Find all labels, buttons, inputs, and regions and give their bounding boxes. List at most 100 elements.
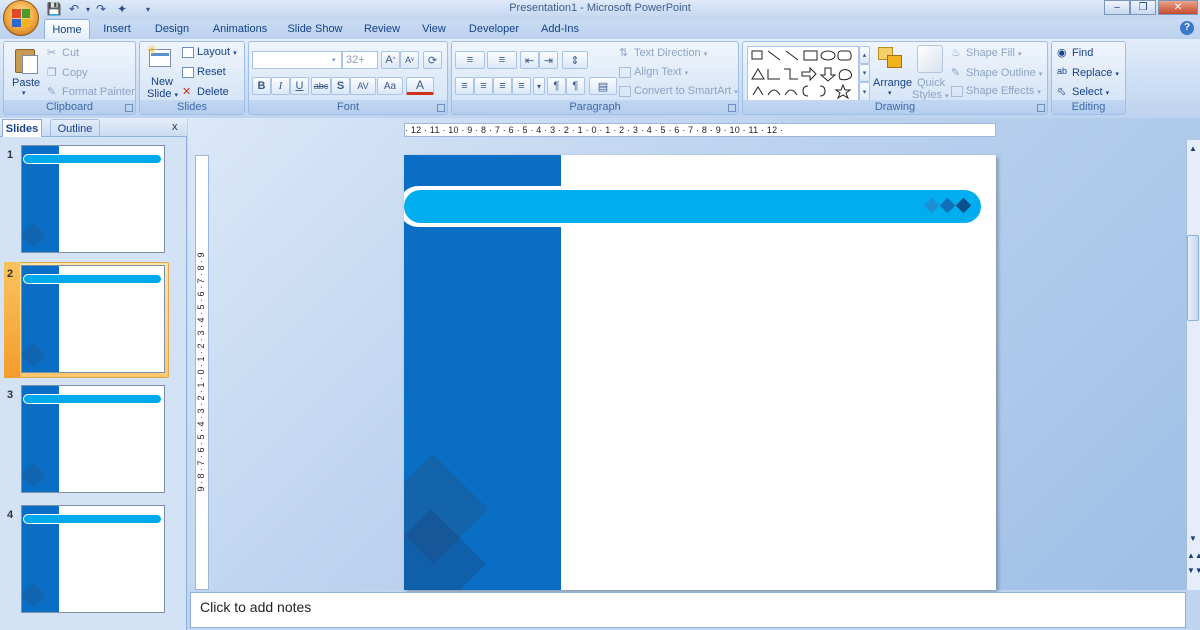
help-icon[interactable]: ? [1180,21,1194,35]
paste-button[interactable]: Paste [12,77,40,89]
tab-add-ins[interactable]: Add-Ins [535,19,585,39]
replace-button[interactable]: ab Replace ▾ [1057,66,1119,80]
close-pane-icon[interactable]: x [172,121,178,133]
justify-dropdown-icon[interactable]: ▾ [533,77,545,95]
clear-formatting-icon[interactable]: ⟳ [423,51,442,69]
paragraph-launcher-icon[interactable] [728,104,736,112]
shrink-font-icon[interactable]: Av [400,51,419,69]
shapes-scroll-up-icon[interactable]: ▴ [859,46,870,64]
shape-effects-button[interactable]: Shape Effects ▾ [951,85,1041,97]
bullets-icon[interactable]: ≡ [455,51,485,69]
slide-thumbnail-3[interactable] [21,385,165,493]
text-direction-button[interactable]: ⇅ Text Direction ▾ [619,46,707,60]
reset-button[interactable]: Reset [182,66,226,78]
slide-thumbnail-1[interactable] [21,145,165,253]
quick-styles-icon[interactable] [917,45,943,73]
select-button[interactable]: ⬁ Select ▾ [1057,85,1109,99]
delete-button[interactable]: ✕ Delete [182,85,229,99]
new-slide-button[interactable]: Slide ▾ [147,88,178,100]
left-to-right-icon[interactable]: ¶ [547,77,566,95]
bold-icon[interactable]: B [252,77,271,95]
decrease-indent-icon[interactable]: ⇤ [520,51,539,69]
underline-icon[interactable]: U [290,77,309,95]
grow-font-icon[interactable]: A ^ [381,51,400,69]
slide-thumbnail-4[interactable] [21,505,165,613]
maximize-button[interactable]: ❐ [1130,0,1156,15]
font-launcher-icon[interactable] [437,104,445,112]
binoculars-icon: ◉ [1057,47,1067,59]
shapes-gallery[interactable] [747,46,859,102]
shape-outline-button[interactable]: ✎ Shape Outline ▾ [951,66,1042,80]
tab-insert[interactable]: Insert [96,19,138,39]
tab-home[interactable]: Home [44,19,90,39]
align-text-button[interactable]: Align Text ▾ [619,66,688,78]
paste-icon[interactable] [12,45,40,75]
align-center-icon[interactable]: ≡ [474,77,493,95]
font-name-dropdown-icon[interactable]: ▾ [332,56,336,64]
tab-animations[interactable]: Animations [205,19,275,39]
notes-placeholder[interactable]: Click to add notes [200,599,311,615]
character-spacing-icon[interactable]: AV [350,77,376,95]
scroll-up-icon[interactable]: ▲ [1187,143,1199,155]
cut-button[interactable]: ✂ Cut [47,46,79,60]
tab-slides[interactable]: Slides [2,119,42,137]
line-spacing-icon[interactable]: ⇕ [562,51,588,69]
scroll-down-icon[interactable]: ▼ [1187,533,1199,545]
align-right-icon[interactable]: ≡ [493,77,512,95]
tab-outline[interactable]: Outline [50,119,100,137]
layout-button[interactable]: Layout ▾ [182,46,237,58]
find-button[interactable]: ◉ Find [1057,46,1093,60]
quick-print-icon[interactable]: ✦ [114,1,130,17]
scrollbar-thumb[interactable] [1187,235,1199,321]
slide-canvas[interactable] [404,155,996,590]
tab-developer[interactable]: Developer [463,19,525,39]
right-to-left-icon[interactable]: ¶ [566,77,585,95]
previous-slide-icon[interactable]: ▲▲ [1187,550,1200,562]
new-slide-icon[interactable]: ✳ [147,44,173,71]
clipboard-group-label: Clipboard [4,100,135,114]
tab-view[interactable]: View [416,19,452,39]
shapes-scroll-down-icon[interactable]: ▾ [859,64,870,82]
drawing-launcher-icon[interactable] [1037,104,1045,112]
redo-icon[interactable]: ↷ [93,1,109,17]
close-button[interactable]: ✕ [1158,0,1198,15]
clipboard-launcher-icon[interactable] [125,104,133,112]
replace-icon: ab [1057,66,1068,76]
shapes-more-icon[interactable]: ▾ [859,82,870,102]
font-size-field[interactable]: 32+ [342,51,378,69]
arrange-button[interactable]: Arrange [873,77,912,89]
copy-button[interactable]: ❐ Copy [47,66,88,80]
italic-icon[interactable]: I [271,77,290,95]
arrange-icon[interactable] [876,45,906,73]
minimize-button[interactable]: – [1104,0,1130,15]
title-bar-shape[interactable] [404,190,981,223]
convert-smartart-button[interactable]: Convert to SmartArt ▾ [619,85,738,97]
customize-qat-icon[interactable]: ▾ [140,1,156,17]
columns-icon[interactable]: ▤ [589,77,617,95]
tab-review[interactable]: Review [358,19,406,39]
align-left-icon[interactable]: ≡ [455,77,474,95]
tab-slide-show[interactable]: Slide Show [282,19,348,39]
format-painter-button[interactable]: ✎ Format Painter [47,85,135,99]
font-color-icon[interactable]: A [406,77,434,95]
justify-icon[interactable]: ≡ [512,77,531,95]
slide-thumbnail-2[interactable] [21,265,165,373]
shape-fill-button[interactable]: ♨ Shape Fill ▾ [951,46,1022,60]
font-name-field[interactable] [252,51,342,69]
quick-styles-label[interactable]: Quick [917,77,945,89]
notes-pane[interactable] [190,592,1186,628]
tab-design[interactable]: Design [148,19,196,39]
increase-indent-icon[interactable]: ⇥ [539,51,558,69]
office-button[interactable] [3,0,39,36]
numbering-icon[interactable]: ≡ [487,51,517,69]
arrange-dropdown-icon[interactable]: ▾ [888,89,892,97]
paste-dropdown-icon[interactable]: ▾ [22,89,26,97]
new-slide-label[interactable]: New [151,76,173,88]
vertical-scrollbar[interactable] [1186,140,1200,590]
next-slide-icon[interactable]: ▼▼ [1187,565,1200,577]
save-icon[interactable]: 💾 [46,1,62,17]
change-case-icon[interactable]: Aa [377,77,403,95]
slides-group-label: Slides [140,100,244,114]
strikethrough-icon[interactable]: abc [311,77,331,95]
text-shadow-icon[interactable]: S [331,77,350,95]
